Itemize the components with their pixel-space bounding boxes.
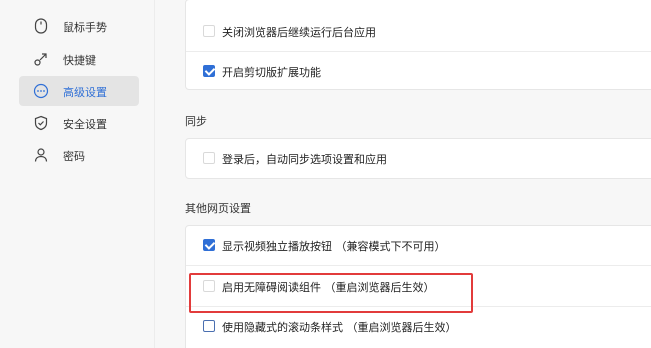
- settings-main: 关闭浏览器后继续运行后台应用 开启剪切版扩展功能 同步 登录后，自动同步选项设置…: [156, 0, 651, 348]
- setting-label: 启用无障碍阅读组件 （重启浏览器后生效）: [222, 281, 435, 294]
- settings-card-other: 显示视频独立播放按钮 （兼容模式下不可用） 启用无障碍阅读组件 （重启浏览器后生…: [185, 225, 651, 348]
- section-title-other: 其他网页设置: [185, 202, 251, 215]
- sidebar-item-label: 密码: [63, 150, 85, 163]
- checkbox[interactable]: [203, 320, 215, 332]
- sidebar: 鼠标手势 快捷键 高级设置 安全设置 密码: [0, 0, 155, 348]
- section-title-sync: 同步: [185, 115, 207, 128]
- sidebar-item-mouse-gesture[interactable]: 鼠标手势: [19, 11, 139, 41]
- checkbox[interactable]: [203, 25, 215, 37]
- sidebar-item-security[interactable]: 安全设置: [19, 108, 139, 138]
- sidebar-item-shortcut[interactable]: 快捷键: [19, 44, 139, 74]
- mouse-icon: [33, 18, 49, 34]
- setting-label: 登录后，自动同步选项设置和应用: [222, 153, 387, 166]
- checkbox[interactable]: [203, 152, 215, 164]
- sidebar-item-label: 安全设置: [63, 118, 107, 131]
- shortcut-icon: [33, 51, 49, 67]
- setting-row[interactable]: 关闭浏览器后继续运行后台应用: [186, 12, 651, 52]
- checkbox[interactable]: [203, 280, 215, 292]
- checkbox-checked[interactable]: [203, 239, 215, 251]
- user-icon: [33, 147, 49, 163]
- setting-label: 开启剪切版扩展功能: [222, 66, 321, 79]
- shield-icon: [33, 115, 49, 131]
- setting-row[interactable]: 启用无障碍阅读组件 （重启浏览器后生效）: [186, 267, 651, 307]
- sidebar-item-label: 快捷键: [63, 54, 96, 67]
- setting-row[interactable]: 开启剪切版扩展功能: [186, 52, 651, 92]
- more-icon: [33, 83, 49, 99]
- sidebar-item-password[interactable]: 密码: [19, 140, 139, 170]
- settings-card-background: 关闭浏览器后继续运行后台应用 开启剪切版扩展功能: [185, 0, 651, 90]
- checkbox-checked[interactable]: [203, 65, 215, 77]
- sidebar-item-advanced[interactable]: 高级设置: [19, 76, 139, 106]
- setting-label: 使用隐藏式的滚动条样式 （重启浏览器后生效）: [222, 321, 457, 334]
- sidebar-item-label: 鼠标手势: [63, 21, 107, 34]
- setting-row[interactable]: 使用隐藏式的滚动条样式 （重启浏览器后生效）: [186, 307, 651, 347]
- setting-label: 关闭浏览器后继续运行后台应用: [222, 26, 376, 39]
- setting-label: 显示视频独立播放按钮 （兼容模式下不可用）: [222, 240, 446, 253]
- settings-card-sync: 登录后，自动同步选项设置和应用: [185, 138, 651, 179]
- setting-row[interactable]: 显示视频独立播放按钮 （兼容模式下不可用）: [186, 226, 651, 266]
- setting-row[interactable]: 登录后，自动同步选项设置和应用: [186, 139, 651, 179]
- sidebar-item-label: 高级设置: [63, 86, 107, 99]
